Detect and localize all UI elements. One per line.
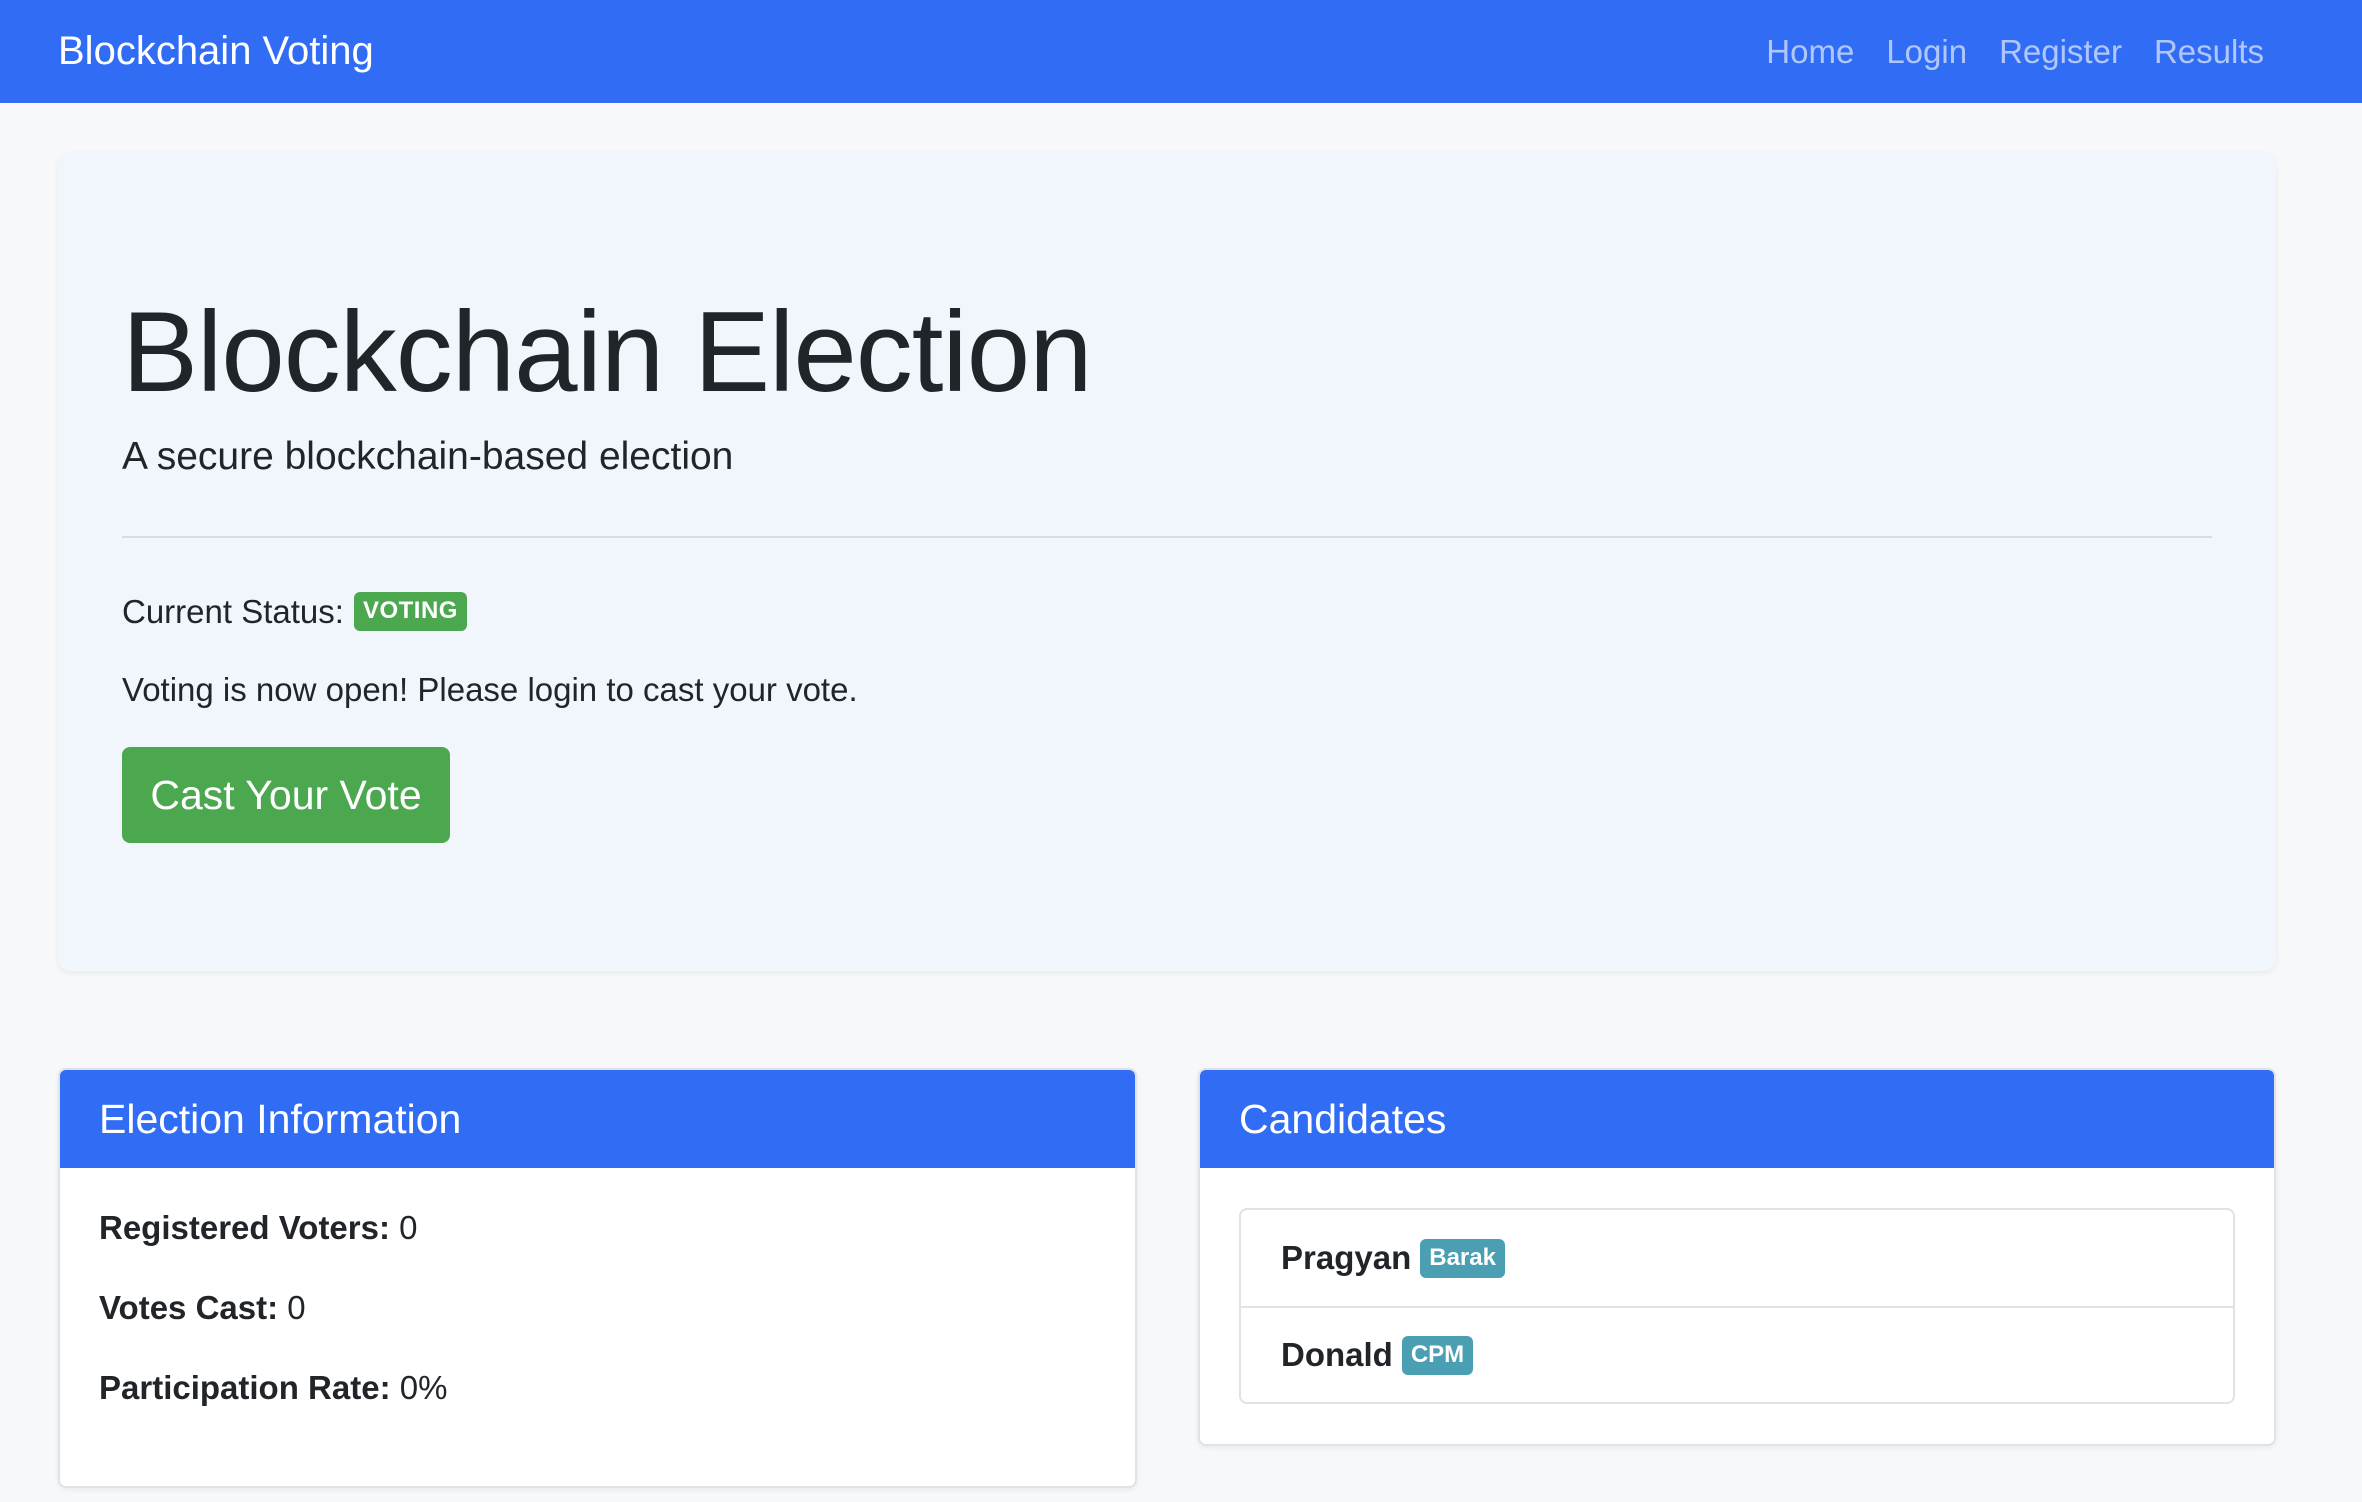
candidates-card: Candidates Pragyan Barak Donald CPM: [1198, 1068, 2276, 1446]
nav-link-results[interactable]: Results: [2154, 33, 2264, 71]
candidate-item[interactable]: Pragyan Barak: [1241, 1210, 2233, 1306]
votes-cast-value: 0: [287, 1289, 306, 1326]
status-message: Voting is now open! Please login to cast…: [122, 671, 858, 708]
party-badge: CPM: [1401, 1335, 1474, 1375]
top-navbar: Blockchain Voting Home Login Register Re…: [0, 0, 2362, 103]
election-information-card: Election Information Registered Voters: …: [58, 1068, 1137, 1488]
nav-link-register[interactable]: Register: [1999, 33, 2122, 71]
status-line: Current Status: VOTING: [122, 592, 467, 631]
party-badge: Barak: [1420, 1238, 1505, 1278]
candidate-name: Pragyan: [1281, 1239, 1412, 1276]
hero-divider: [122, 536, 2212, 538]
status-label: Current Status:: [122, 592, 344, 630]
election-information-body: Registered Voters: 0 Votes Cast: 0 Parti…: [60, 1168, 1135, 1408]
registered-voters-label: Registered Voters:: [99, 1209, 390, 1246]
candidate-item[interactable]: Donald CPM: [1241, 1306, 2233, 1402]
candidates-header: Candidates: [1200, 1070, 2274, 1168]
candidate-list: Pragyan Barak Donald CPM: [1239, 1208, 2235, 1404]
participation-rate-label: Participation Rate:: [99, 1369, 391, 1406]
brand-link[interactable]: Blockchain Voting: [58, 29, 374, 74]
hero-panel: Blockchain Election A secure blockchain-…: [58, 152, 2276, 971]
page-subtitle: A secure blockchain-based election: [122, 435, 734, 478]
nav-link-login[interactable]: Login: [1886, 33, 1967, 71]
votes-cast-row: Votes Cast: 0: [99, 1288, 1096, 1328]
status-badge: VOTING: [353, 592, 467, 631]
nav-link-home[interactable]: Home: [1766, 33, 1854, 71]
votes-cast-label: Votes Cast:: [99, 1289, 279, 1326]
cast-vote-button[interactable]: Cast Your Vote: [122, 747, 450, 843]
election-information-header: Election Information: [60, 1070, 1135, 1168]
registered-voters-value: 0: [399, 1209, 418, 1246]
registered-voters-row: Registered Voters: 0: [99, 1208, 1096, 1248]
candidate-name: Donald: [1281, 1336, 1393, 1373]
participation-rate-value: 0%: [399, 1369, 448, 1406]
nav-links: Home Login Register Results: [1766, 33, 2264, 71]
page-title: Blockchain Election: [122, 289, 1093, 416]
participation-rate-row: Participation Rate: 0%: [99, 1368, 1096, 1408]
